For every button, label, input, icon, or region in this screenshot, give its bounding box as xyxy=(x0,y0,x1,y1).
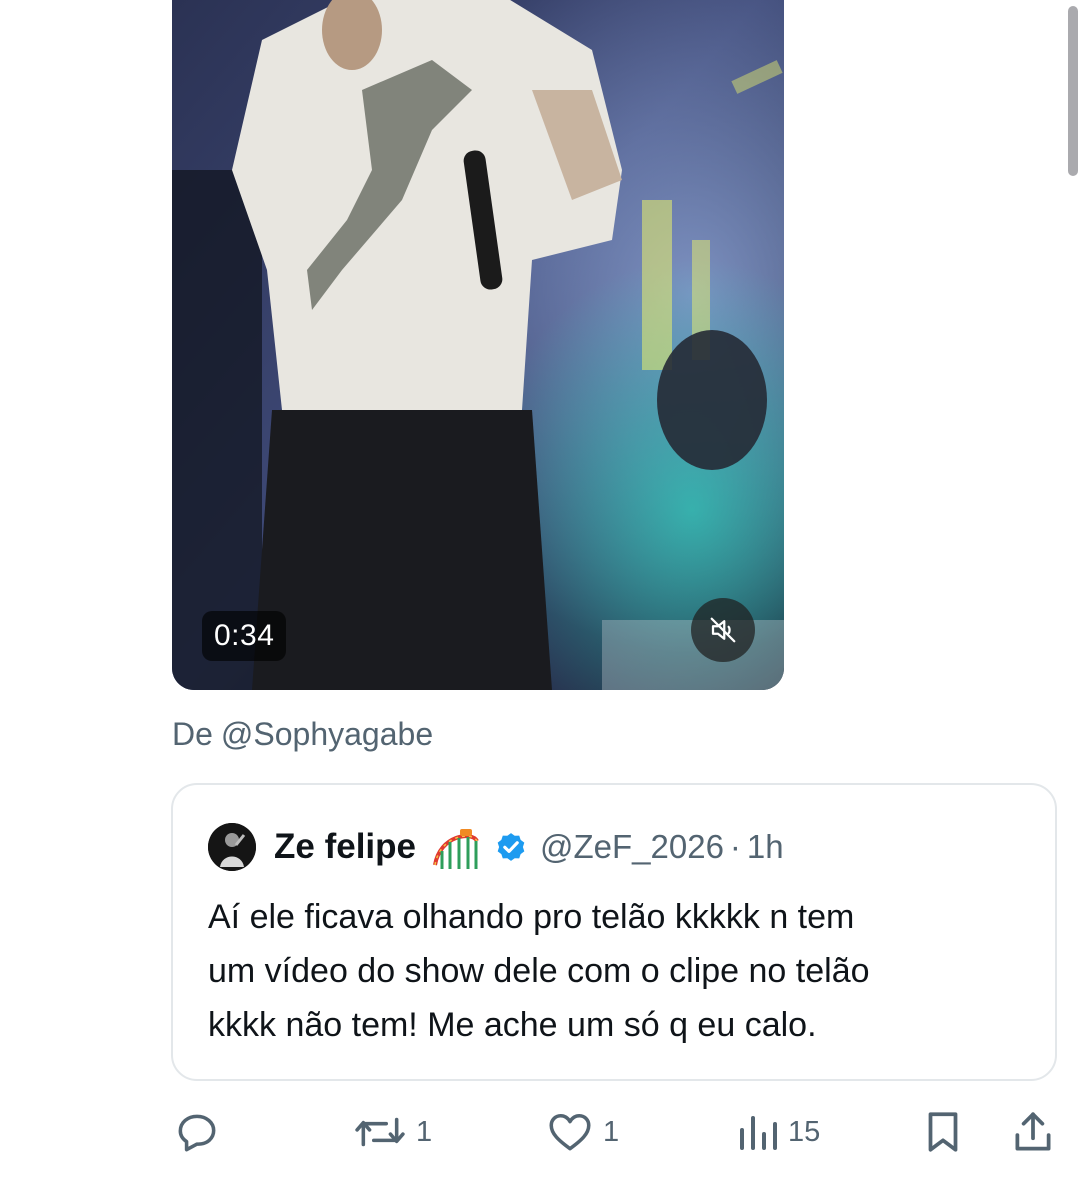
header-separator: · xyxy=(729,828,741,865)
quoted-handle[interactable]: @ZeF_2026 xyxy=(540,828,724,866)
scrollbar[interactable] xyxy=(1068,6,1078,176)
attribution-handle-link[interactable]: @Sophyagabe xyxy=(221,716,433,752)
quoted-post-text: Aí ele ficava olhando pro telão kkkkk n … xyxy=(208,890,1038,1052)
bookmark-icon xyxy=(928,1112,958,1152)
heart-icon xyxy=(549,1113,591,1151)
like-count: 1 xyxy=(603,1115,620,1148)
muted-speaker-icon xyxy=(710,617,736,643)
quoted-text-line: um vídeo do show dele com o clipe no tel… xyxy=(208,952,870,990)
verified-badge-icon xyxy=(497,833,525,861)
post-timestamp[interactable]: 1h xyxy=(747,828,784,866)
avatar[interactable] xyxy=(208,823,256,871)
reply-icon xyxy=(178,1114,216,1152)
repost-button[interactable]: 1 xyxy=(352,1100,432,1164)
avatar-image xyxy=(208,823,256,871)
video-duration-badge: 0:34 xyxy=(202,611,287,661)
video-frame xyxy=(172,0,784,690)
mute-button[interactable] xyxy=(691,598,755,662)
quoted-display-name[interactable]: Ze felipe xyxy=(274,827,416,867)
video-player[interactable]: 0:34 xyxy=(172,0,784,690)
attribution-prefix: De xyxy=(172,716,213,752)
repost-icon xyxy=(355,1117,405,1147)
roller-coaster-emoji-icon xyxy=(433,829,479,869)
views-count: 15 xyxy=(788,1115,821,1148)
views-chart-icon xyxy=(740,1116,777,1150)
share-icon xyxy=(1015,1112,1051,1151)
like-button[interactable]: 1 xyxy=(545,1100,619,1164)
video-attribution: De @Sophyagabe xyxy=(172,716,433,753)
reply-button[interactable] xyxy=(172,1100,230,1164)
quoted-text-line: Aí ele ficava olhando pro telão kkkkk n … xyxy=(208,898,855,936)
share-button[interactable] xyxy=(1008,1100,1058,1164)
post-action-bar: 1 1 15 xyxy=(0,1100,1084,1164)
quoted-text-line: kkkk não tem! Me ache um só q eu calo. xyxy=(208,1006,817,1044)
quoted-post-card[interactable]: Ze felipe @ZeF_2026 · 1h Aí ele ficava o… xyxy=(171,783,1057,1081)
bookmark-button[interactable] xyxy=(918,1100,968,1164)
repost-count: 1 xyxy=(416,1115,433,1148)
views-button[interactable]: 15 xyxy=(736,1100,820,1164)
quoted-post-header: Ze felipe @ZeF_2026 · 1h xyxy=(208,823,784,871)
